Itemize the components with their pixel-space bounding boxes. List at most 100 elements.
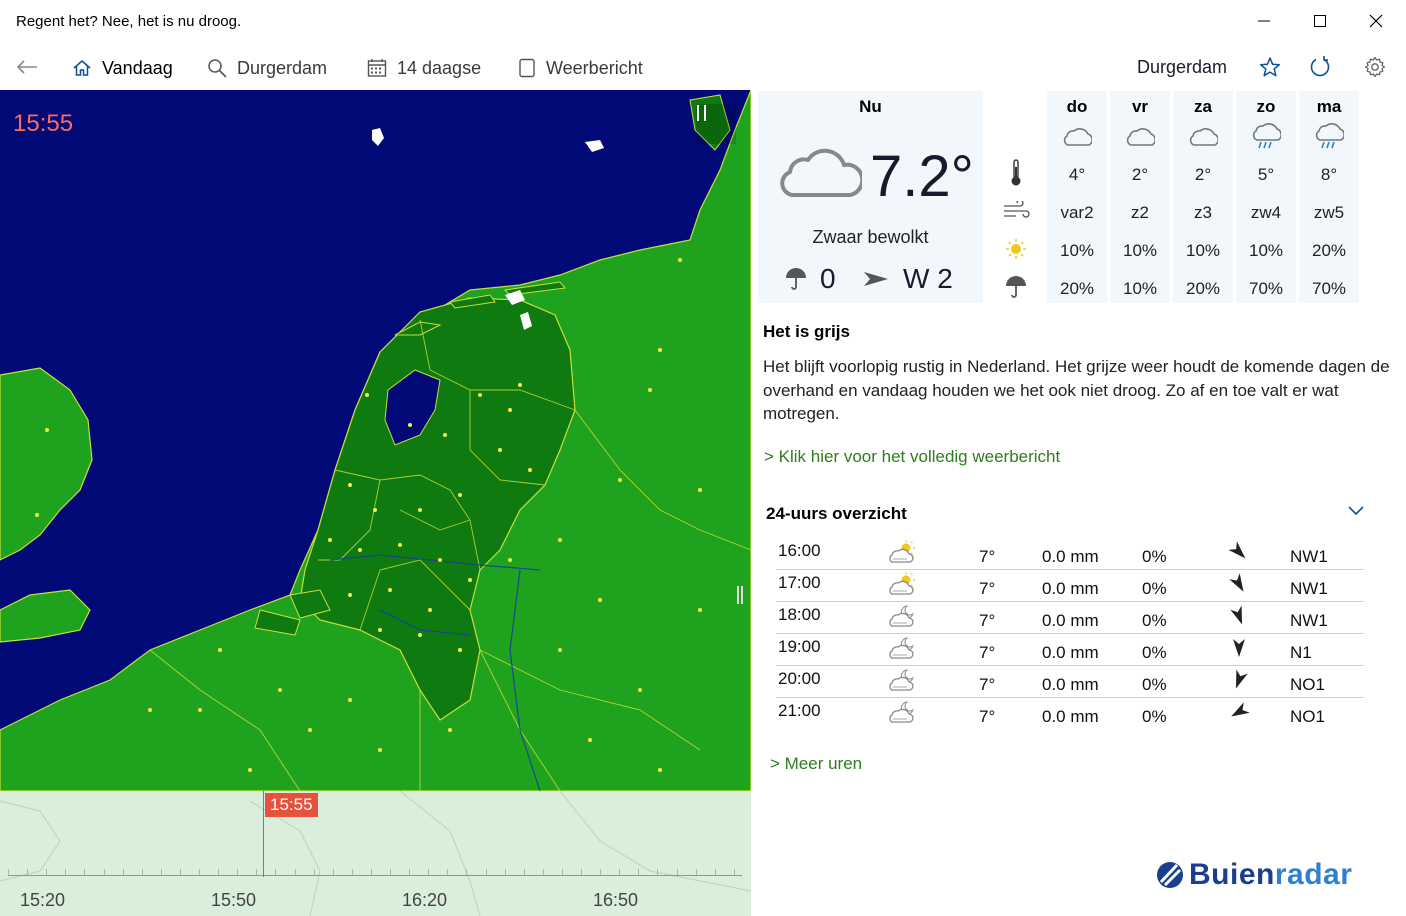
refresh-button[interactable] — [1307, 54, 1333, 80]
day-temp: 5° — [1257, 165, 1275, 184]
timeline-tick — [428, 869, 430, 875]
hour-precip-chance: 0% — [1142, 707, 1167, 726]
timeline-tick — [27, 869, 29, 875]
tab-vandaag[interactable]: Vandaag — [72, 52, 173, 84]
current-weather-panel: Nu 7.2° Zwaar bewolkt 0 W 2 — [758, 91, 983, 303]
timeline-tick — [676, 869, 678, 875]
timeline-tick — [390, 869, 391, 875]
hour-wind: NW1 — [1290, 547, 1328, 566]
hour-precip-chance: 0% — [1142, 547, 1167, 566]
hour-wind: NO1 — [1290, 707, 1325, 726]
forecast-title: Het is grijs — [763, 322, 850, 341]
timeline-label: 15:50 — [211, 890, 257, 910]
favorite-button[interactable] — [1257, 54, 1283, 80]
more-hours-link[interactable]: > Meer uren — [770, 754, 862, 774]
hour-precip-mm: 0.0 mm — [1042, 707, 1099, 726]
rain-cloud-icon — [1251, 121, 1281, 151]
hour-wind: NO1 — [1290, 675, 1325, 694]
hour-time: 20:00 — [778, 669, 821, 688]
day-sun: 10% — [1059, 241, 1095, 260]
sun-cloud-icon — [888, 540, 916, 569]
day-wind: zw4 — [1250, 203, 1282, 222]
hour-precip-mm: 0.0 mm — [1042, 643, 1099, 662]
hour-temp: 7° — [979, 547, 996, 566]
hour-temp: 7° — [979, 643, 996, 662]
tab-14-daagse[interactable]: 14 daagse — [367, 52, 481, 84]
tab-durgerdam[interactable]: Durgerdam — [207, 52, 327, 84]
tab-label: 14 daagse — [397, 57, 482, 78]
forecast-row-icons — [996, 91, 1036, 303]
timeline-tick — [523, 869, 525, 875]
day-temp: 2° — [1131, 165, 1149, 184]
collapse-toggle[interactable] — [1346, 504, 1366, 523]
hour-temp: 7° — [979, 707, 996, 726]
wind-icon — [1001, 197, 1031, 225]
day-name: do — [1066, 97, 1088, 116]
sun-cloud-icon — [888, 572, 916, 601]
timeline-tick — [84, 869, 86, 875]
maximize-button[interactable] — [1292, 0, 1348, 42]
minimize-button[interactable] — [1236, 0, 1292, 42]
back-button[interactable] — [10, 52, 44, 82]
timeline-tick — [46, 869, 48, 875]
timeline-current-marker[interactable] — [263, 791, 264, 877]
day-rain: 20% — [1059, 279, 1095, 298]
cloud-icon — [1188, 121, 1218, 151]
cloud-icon — [1125, 121, 1155, 151]
day-rain: 70% — [1248, 279, 1284, 298]
cloud-icon — [780, 148, 862, 197]
moon-cloud-icon — [888, 604, 916, 633]
hourly-table: 16:00 7° 0.0 mm 0% NW1 17:00 7° 0.0 mm 0% NW1 18:0… — [776, 538, 1364, 730]
tab-label: Vandaag — [102, 57, 173, 78]
wind-arrow-icon — [1228, 701, 1250, 728]
day-column[interactable]: vr 2° z2 10% 10% — [1110, 91, 1170, 303]
radar-timeline[interactable]: 15:20 15:50 16:20 16:50 15:55 — [0, 791, 751, 916]
home-icon — [73, 60, 91, 76]
hour-wind: NW1 — [1290, 611, 1328, 630]
day-column[interactable]: do 4° var2 10% 20% — [1047, 91, 1107, 303]
timeline-label: 16:20 — [402, 890, 448, 910]
settings-button[interactable] — [1362, 54, 1388, 80]
full-forecast-link[interactable]: > Klik hier voor het volledig weerberich… — [764, 447, 1060, 467]
timeline-tick — [409, 869, 411, 875]
chevron-down-icon — [1348, 506, 1364, 516]
map-graphic — [0, 90, 751, 791]
close-button[interactable] — [1348, 0, 1404, 42]
pause-button[interactable] — [696, 104, 736, 144]
timeline-tick — [733, 869, 735, 875]
timeline-tick — [466, 869, 468, 875]
timeline-tick — [504, 869, 506, 875]
calendar-icon — [367, 59, 387, 77]
weather-description: Zwaar bewolkt — [812, 227, 929, 247]
hour-precip-mm: 0.0 mm — [1042, 579, 1099, 598]
wind-arrow-icon — [1228, 669, 1250, 696]
thermometer-icon — [1001, 159, 1031, 187]
day-temp: 2° — [1194, 165, 1212, 184]
hour-time: 16:00 — [778, 541, 821, 560]
current-location-label[interactable]: Durgerdam — [1137, 57, 1227, 78]
day-name: za — [1194, 97, 1212, 116]
timeline-tick — [65, 869, 67, 875]
hour-precip-mm: 0.0 mm — [1042, 611, 1099, 630]
hour-precip-chance: 0% — [1142, 579, 1167, 598]
wind-arrow-icon — [1228, 541, 1250, 568]
timeline-tick — [695, 869, 697, 875]
timeline-tick — [657, 869, 659, 875]
tab-weerbericht[interactable]: Weerbericht — [518, 52, 643, 84]
timeline-label: 16:50 — [593, 890, 639, 910]
buienradar-logo-icon — [1157, 862, 1183, 888]
navigation-bar: Vandaag Durgerdam 14 daagse Weerbericht … — [0, 42, 1406, 125]
day-column[interactable]: za 2° z3 10% 20% — [1173, 91, 1233, 303]
hourly-row: 17:00 7° 0.0 mm 0% NW1 — [776, 570, 1364, 602]
day-wind: zw5 — [1313, 203, 1345, 222]
day-column[interactable]: zo 5° zw4 10% 70% — [1236, 91, 1296, 303]
overview-title: 24-uurs overzicht — [766, 504, 907, 523]
wind-arrow-icon — [1228, 637, 1250, 664]
hour-temp: 7° — [979, 675, 996, 694]
splitter-handle[interactable] — [737, 586, 747, 610]
hourly-row: 18:00 7° 0.0 mm 0% NW1 — [776, 602, 1364, 634]
timeline-tick — [351, 869, 353, 875]
timeline-tick — [447, 869, 449, 875]
day-column[interactable]: ma 8° zw5 20% 70% — [1299, 91, 1359, 303]
radar-map[interactable]: 15:55 — [0, 90, 751, 791]
